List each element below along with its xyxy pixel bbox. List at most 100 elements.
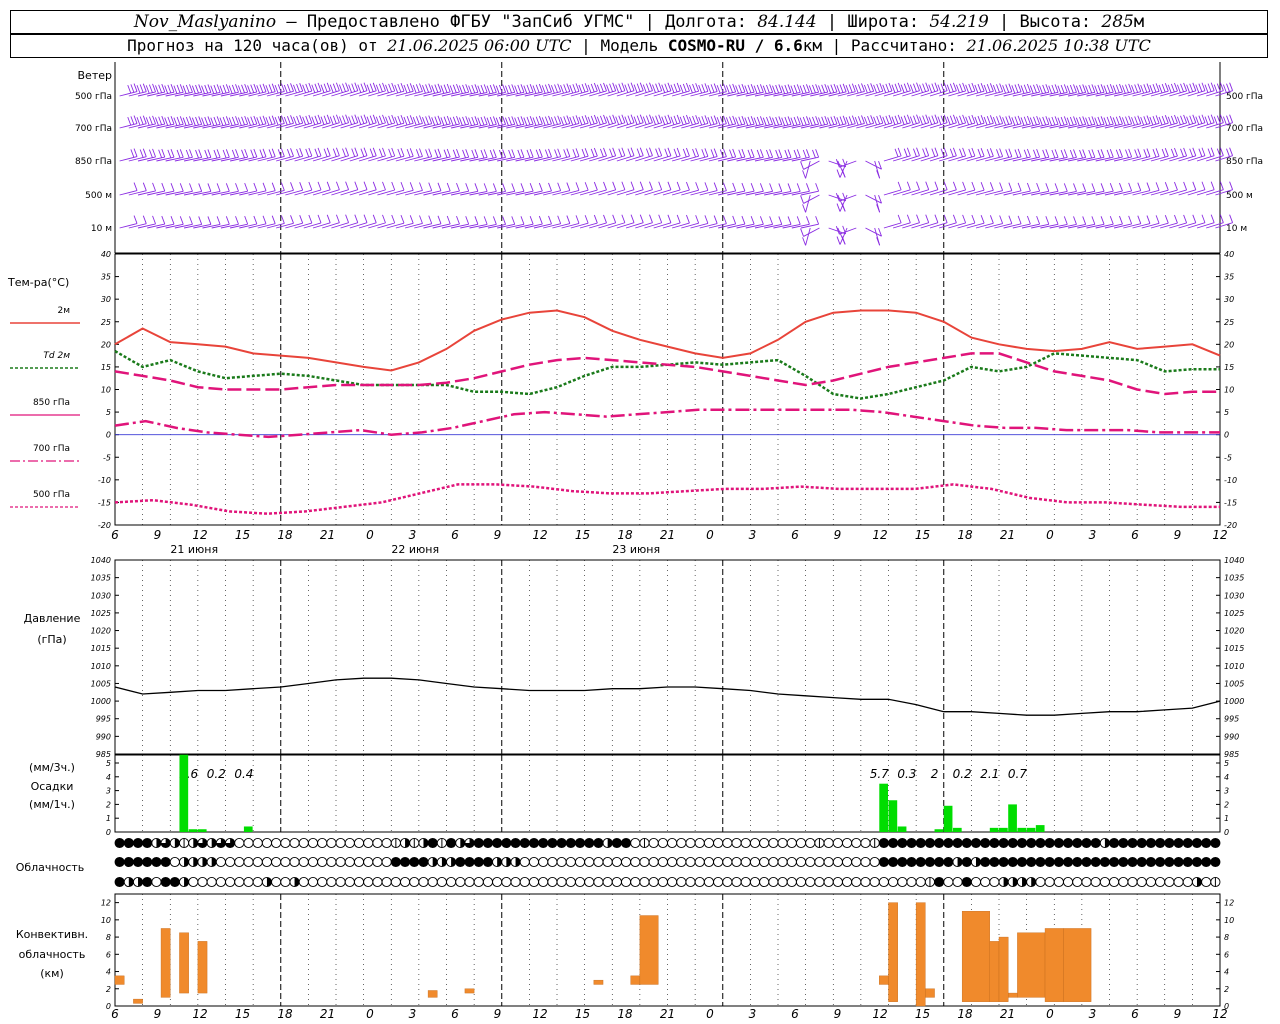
cloud-cover-symbol (528, 856, 540, 868)
wind-barb-flag (280, 148, 285, 157)
wind-barb-shaft (570, 155, 589, 162)
cloud-circle (1182, 876, 1193, 888)
wind-barb-flag (876, 83, 881, 93)
wind-barb-flag (919, 116, 923, 125)
wind-barb-flag (505, 85, 509, 94)
wind-barb-shaft (681, 155, 699, 162)
wind-barb-flag (962, 181, 967, 191)
wind-barb-shaft (239, 223, 257, 229)
cloud-fill-full (1008, 857, 1018, 867)
cloud-fill-full (428, 838, 438, 848)
wind-barb-shaft (1206, 222, 1224, 229)
wind-barb-flag (280, 115, 285, 124)
cloud-cover-symbol (630, 837, 641, 849)
wind-barb-flag (326, 181, 331, 190)
wind-barb-shaft (1187, 222, 1206, 229)
cloud-cover-symbol (639, 837, 650, 849)
cloud-circle (611, 856, 622, 868)
wind-barb-flag (271, 148, 276, 157)
wind-barb-flag (1082, 149, 1087, 158)
cloud-cover-symbol (731, 876, 742, 888)
cloud-cover-symbol (621, 837, 632, 849)
time-hour-label-bottom: 9 (154, 1007, 162, 1021)
wind-barb-flag (741, 115, 746, 125)
wind-barb-flag (769, 183, 774, 192)
cloud-cover-symbol (132, 876, 144, 888)
wind-barb-flag (345, 214, 350, 223)
precip-bar (989, 827, 999, 832)
wind-barb-flag (456, 182, 460, 192)
wind-barb-shaft (662, 189, 681, 196)
wind-barb-shaft (322, 122, 340, 129)
wind-barb-flag (1036, 215, 1041, 225)
wind-barb-flag (1219, 114, 1224, 123)
wind-barb-shaft (635, 90, 653, 97)
cloud-circle (667, 856, 678, 868)
cloud-cover-symbol (842, 856, 853, 868)
wind-barb-flag (529, 216, 534, 225)
time-hour-label: 12 (532, 528, 547, 542)
wind-barb-flag (1017, 115, 1022, 125)
wind-barb-flag (529, 116, 534, 125)
cloud-cover-symbol (363, 837, 374, 849)
wind-barb-flag (652, 84, 656, 93)
wind-barb-flag (544, 149, 549, 158)
wind-barb-flag (1088, 84, 1093, 94)
cloud-circle (749, 837, 761, 849)
wind-barb-flag (572, 84, 577, 93)
wind-barb-flag (778, 149, 783, 158)
cloud-fill-full (1109, 838, 1119, 848)
wind-barb-flag (590, 148, 595, 158)
cloud-fill-full (916, 857, 926, 867)
wind-barb-flag (732, 115, 737, 125)
wind-barb-flag (827, 117, 832, 126)
wind-barb-flag (642, 84, 647, 93)
wind-barb-flag (253, 115, 258, 125)
wind-barb-flag (1106, 116, 1111, 126)
wind-barb-flag (676, 214, 681, 224)
wind-barb-flag (170, 149, 175, 158)
wind-barb-shaft (902, 155, 920, 162)
wind-barb-flag (606, 84, 610, 93)
cloud-cover-symbol (418, 837, 429, 849)
wind-barb-flag (1229, 181, 1234, 190)
wind-barb-flag (296, 83, 300, 93)
wind-barb-shaft (487, 91, 506, 97)
wind-barb-flag (1164, 182, 1169, 191)
cloud-fill-full (1155, 838, 1165, 848)
wind-barb-flag (971, 181, 976, 191)
wind-barb-shaft (579, 222, 598, 229)
wind-barb-flag (1063, 84, 1068, 93)
cloud-cover-symbol (749, 837, 761, 849)
wind-barb-shaft (644, 122, 662, 129)
cloud-circle (1099, 876, 1110, 888)
wind-barb-shaft (764, 156, 782, 162)
wind-barb-flag (366, 84, 371, 93)
wind-barb-shaft (248, 223, 267, 229)
cloud-cover-symbol (501, 856, 512, 868)
wind-barb-flag (1091, 183, 1096, 192)
cloud-cover-symbol (934, 856, 945, 868)
wind-level-right: 500 м (1226, 191, 1253, 201)
cloud-circle (823, 837, 834, 849)
wind-barb-flag (286, 116, 291, 125)
cloud-cover-symbol (584, 876, 595, 888)
cloud-cover-symbol (1210, 876, 1221, 888)
wind-barb-flag (729, 84, 733, 93)
wind-barb-shaft (805, 160, 811, 179)
wind-barb-shaft (1077, 123, 1095, 129)
wind-barb-flag (566, 215, 571, 224)
wind-barb-shaft (773, 91, 792, 97)
time-hour-label: 6 (111, 528, 119, 542)
wind-barb-shaft (975, 222, 994, 229)
wind-barb-flag (1106, 84, 1111, 94)
wind-barb-flag (793, 84, 798, 94)
wind-barb-flag (541, 85, 546, 94)
wind-barb-shaft (1178, 189, 1196, 196)
wind-barb-shaft (349, 122, 368, 129)
wind-barb-shaft (340, 189, 358, 196)
time-hour-label-bottom: 3 (409, 1007, 417, 1021)
wind-barb-shaft (1178, 122, 1196, 129)
wind-barb-flag (1085, 117, 1089, 126)
wind-barb-flag (741, 83, 746, 93)
